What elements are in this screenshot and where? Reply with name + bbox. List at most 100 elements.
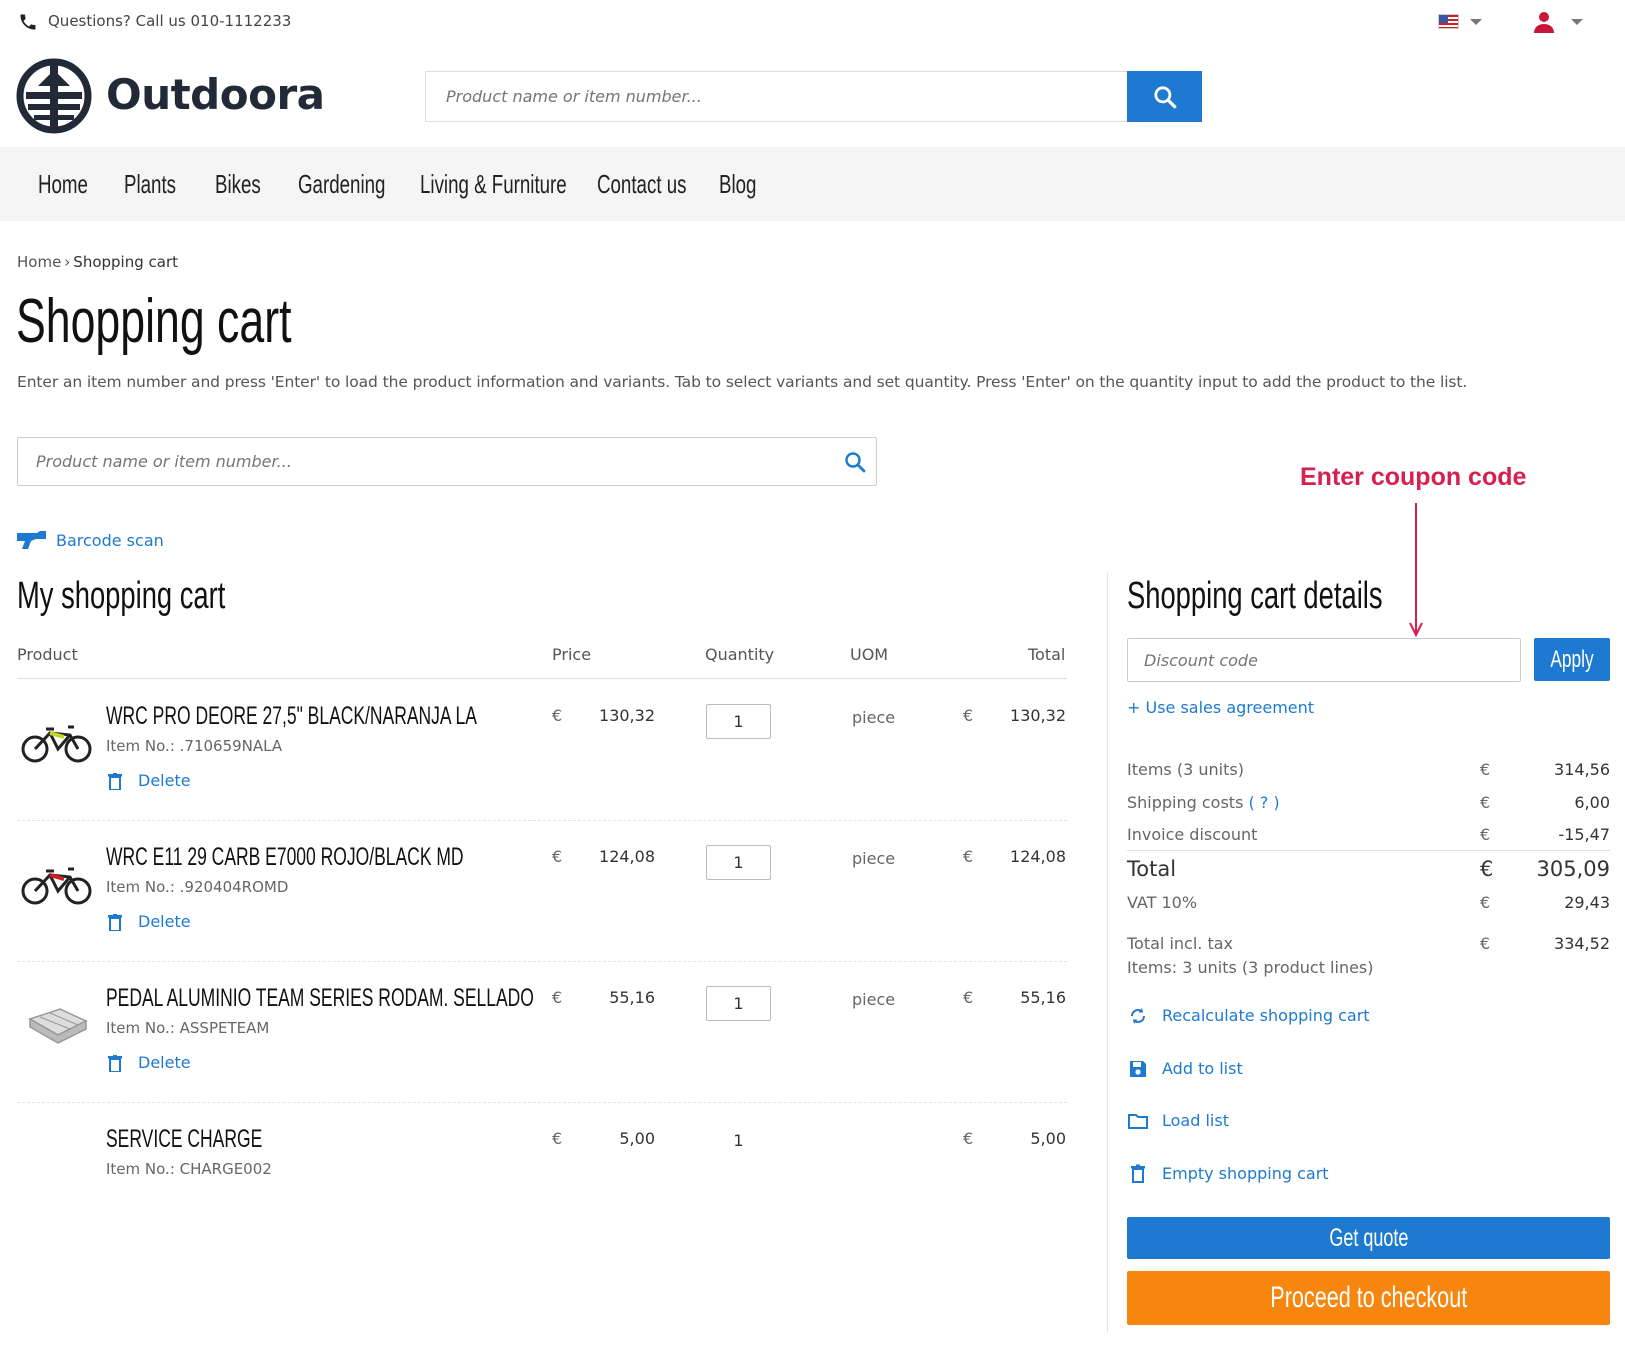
panel-divider xyxy=(1107,573,1108,1333)
apply-button-label: Apply xyxy=(1550,645,1594,673)
add-to-list-link[interactable]: Add to list xyxy=(1162,1059,1243,1078)
total-incl-tax-label: Total incl. tax xyxy=(1127,934,1233,953)
language-chevron-down-icon[interactable] xyxy=(1470,19,1482,25)
header-search-input[interactable] xyxy=(425,71,1128,122)
items-label: Items (3 units) xyxy=(1127,760,1244,779)
search-icon[interactable] xyxy=(843,450,867,474)
quick-order-search-input[interactable] xyxy=(17,437,877,486)
annotation-label: Enter coupon code xyxy=(1300,463,1527,491)
folder-icon[interactable] xyxy=(1128,1111,1148,1131)
empty-cart-link[interactable]: Empty shopping cart xyxy=(1162,1164,1329,1183)
brand-name[interactable]: Outdoora xyxy=(106,70,325,119)
breadcrumb: Home › Shopping cart xyxy=(17,253,178,271)
trash-icon[interactable] xyxy=(108,773,122,790)
save-icon[interactable] xyxy=(1128,1059,1148,1079)
invoice-discount-value: -15,47 xyxy=(1558,825,1610,844)
page-title: Shopping cart xyxy=(16,287,292,356)
summary-divider xyxy=(1127,850,1610,851)
vat-value: 29,43 xyxy=(1564,893,1610,912)
col-uom: UOM xyxy=(850,645,889,664)
nav-gardening[interactable]: Gardening xyxy=(298,169,385,200)
item-number: Item No.: .920404ROMD xyxy=(106,878,289,896)
breadcrumb-home[interactable]: Home xyxy=(17,253,61,271)
nav-living-furniture[interactable]: Living & Furniture xyxy=(420,169,567,200)
total-incl-tax-value: 334,52 xyxy=(1554,934,1610,953)
recalculate-cart-link[interactable]: Recalculate shopping cart xyxy=(1162,1006,1370,1025)
bike-image[interactable] xyxy=(20,857,94,907)
annotation-arrow-icon xyxy=(1409,503,1423,638)
col-total: Total xyxy=(1028,645,1066,664)
currency-symbol: € xyxy=(963,847,974,866)
bike-image[interactable] xyxy=(20,715,94,765)
shipping-label-text: Shipping costs xyxy=(1127,793,1244,812)
refresh-icon[interactable] xyxy=(1128,1006,1148,1026)
pedal-image[interactable] xyxy=(20,999,94,1049)
header-search-button[interactable] xyxy=(1127,71,1202,122)
user-icon[interactable] xyxy=(1532,10,1556,34)
apply-button[interactable]: Apply xyxy=(1534,638,1610,681)
nav-plants[interactable]: Plants xyxy=(124,169,176,200)
total-value: 305,09 xyxy=(1536,857,1610,881)
unit-price: 124,08 xyxy=(599,847,655,866)
product-name: SERVICE CHARGE xyxy=(106,1125,263,1153)
currency-symbol: € xyxy=(1480,793,1491,812)
item-number: Item No.: ASSPETEAM xyxy=(106,1019,270,1037)
trash-icon[interactable] xyxy=(108,914,122,931)
shipping-label: Shipping costs ( ? ) xyxy=(1127,793,1280,812)
quantity-value: 1 xyxy=(733,1131,744,1150)
nav-bikes[interactable]: Bikes xyxy=(215,169,261,200)
product-name[interactable]: WRC E11 29 CARB E7000 ROJO/BLACK MD xyxy=(106,843,464,872)
currency-symbol: € xyxy=(1480,760,1491,779)
currency-symbol: € xyxy=(1480,893,1491,912)
col-product: Product xyxy=(17,645,78,664)
us-flag-icon[interactable] xyxy=(1438,14,1459,29)
item-number: Item No.: CHARGE002 xyxy=(106,1160,272,1178)
row-divider xyxy=(17,820,1067,821)
quantity-input[interactable] xyxy=(706,704,771,739)
use-sales-agreement-link[interactable]: + Use sales agreement xyxy=(1127,698,1314,717)
unit-price: 55,16 xyxy=(609,988,655,1007)
line-total: 5,00 xyxy=(1030,1129,1066,1148)
delete-link[interactable]: Delete xyxy=(138,1053,191,1072)
currency-symbol: € xyxy=(1480,934,1491,953)
nav-blog[interactable]: Blog xyxy=(719,169,756,200)
barcode-scan-link[interactable]: Barcode scan xyxy=(56,531,164,550)
quantity-input[interactable] xyxy=(706,845,771,880)
unit-price: 130,32 xyxy=(599,706,655,725)
delete-link[interactable]: Delete xyxy=(138,912,191,931)
shipping-help-link[interactable]: ( ? ) xyxy=(1249,793,1280,812)
breadcrumb-separator: › xyxy=(64,253,71,271)
trash-icon[interactable] xyxy=(1128,1164,1148,1184)
breadcrumb-current: Shopping cart xyxy=(73,253,178,271)
intro-text: Enter an item number and press 'Enter' t… xyxy=(17,373,1468,391)
items-note: Items: 3 units (3 product lines) xyxy=(1127,958,1374,977)
load-list-link[interactable]: Load list xyxy=(1162,1111,1229,1130)
nav-contact[interactable]: Contact us xyxy=(597,169,686,200)
checkout-label: Proceed to checkout xyxy=(1270,1281,1467,1314)
cart-details-title: Shopping cart details xyxy=(1127,575,1383,617)
account-chevron-down-icon[interactable] xyxy=(1571,19,1583,25)
currency-symbol: € xyxy=(963,1129,974,1148)
discount-code-input[interactable] xyxy=(1127,638,1521,682)
col-price: Price xyxy=(552,645,592,664)
delete-link[interactable]: Delete xyxy=(138,771,191,790)
total-label: Total xyxy=(1127,857,1177,881)
proceed-to-checkout-button[interactable]: Proceed to checkout xyxy=(1127,1271,1610,1325)
main-nav: Home Plants Bikes Gardening Living & Fur… xyxy=(0,147,1625,221)
currency-symbol: € xyxy=(552,847,563,866)
item-number: Item No.: .710659NALA xyxy=(106,737,283,755)
nav-home[interactable]: Home xyxy=(38,169,88,200)
product-name[interactable]: PEDAL ALUMINIO TEAM SERIES RODAM. SELLAD… xyxy=(106,984,534,1013)
logo-icon[interactable] xyxy=(16,58,92,134)
get-quote-button[interactable]: Get quote xyxy=(1127,1217,1610,1259)
trash-icon[interactable] xyxy=(108,1055,122,1072)
table-divider xyxy=(17,678,1067,679)
line-total: 124,08 xyxy=(1010,847,1066,866)
row-divider xyxy=(17,1102,1067,1103)
cart-title: My shopping cart xyxy=(17,575,226,617)
quantity-input[interactable] xyxy=(706,986,771,1021)
product-name[interactable]: WRC PRO DEORE 27,5" BLACK/NARANJA LA xyxy=(106,702,477,731)
uom: piece xyxy=(852,849,896,868)
currency-symbol: € xyxy=(552,706,563,725)
barcode-scanner-icon[interactable] xyxy=(17,531,49,549)
